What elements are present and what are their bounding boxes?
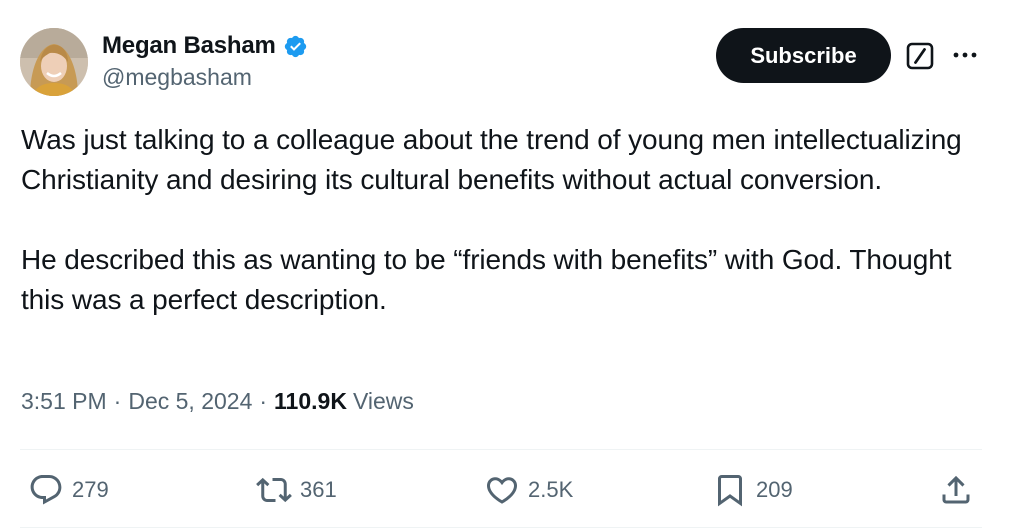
author-display-name[interactable]: Megan Basham [102,32,276,60]
share-icon [942,475,970,504]
divider [20,527,982,528]
like-button[interactable]: 2.5K [484,472,573,508]
repost-count: 361 [300,477,337,502]
tweet-paragraph: He described this as wanting to be “frie… [21,244,960,315]
heart-icon [486,477,518,504]
verified-badge-icon[interactable] [283,34,308,59]
tweet-meta: 3:51 PM · Dec 5, 2024 · 110.9K Views [21,388,414,415]
grok-icon[interactable] [905,41,935,71]
share-button[interactable] [938,472,974,508]
views-count: 110.9K [274,388,347,414]
tweet-date[interactable]: Dec 5, 2024 [128,388,252,415]
more-dots-icon[interactable] [950,44,980,66]
reply-icon [30,475,62,505]
like-count: 2.5K [528,477,574,502]
bookmark-button[interactable]: 209 [712,472,793,508]
subscribe-button[interactable]: Subscribe [716,28,891,83]
meta-separator: · [113,388,122,414]
tweet-paragraph: Was just talking to a colleague about th… [21,124,970,195]
repost-icon [256,477,292,503]
meta-separator: · [259,388,268,414]
reply-button[interactable]: 279 [28,472,109,508]
views-label: Views [352,388,414,414]
divider [20,449,982,450]
repost-button[interactable]: 361 [256,472,337,508]
bookmark-icon [718,475,742,507]
tweet-time[interactable]: 3:51 PM [21,388,107,415]
bookmark-count: 209 [756,477,793,502]
author-handle[interactable]: @megbasham [102,64,252,91]
author-avatar[interactable] [20,28,88,96]
reply-count: 279 [72,477,109,502]
author-name-row: Megan Basham [102,30,308,62]
tweet-text: Was just talking to a colleague about th… [21,120,981,320]
